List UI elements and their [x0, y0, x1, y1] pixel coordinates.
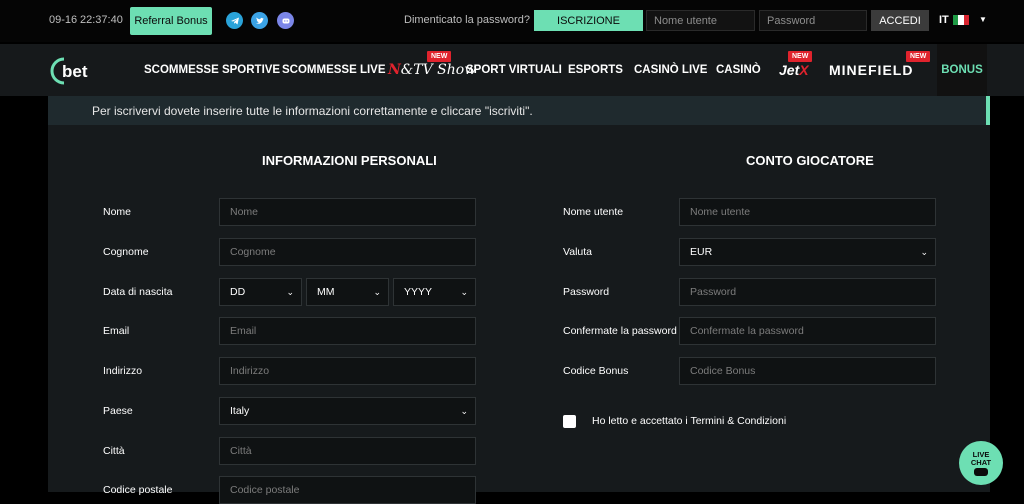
jetx-x: X [799, 62, 809, 78]
postal-code-label: Codice postale [103, 484, 173, 496]
login-button[interactable]: ACCEDI [871, 10, 929, 31]
language-selector[interactable]: IT [939, 14, 949, 26]
terms-checkbox[interactable] [563, 415, 576, 428]
country-select[interactable]: Italy ⌄ [219, 397, 476, 425]
referral-bonus-button[interactable]: Referral Bonus [130, 7, 212, 35]
twitter-icon[interactable] [251, 12, 268, 29]
birth-month-select[interactable]: MM ⌄ [306, 278, 389, 306]
nav-live-betting[interactable]: SCOMMESSE LIVE [282, 64, 386, 76]
first-name-label: Nome [103, 206, 132, 218]
svg-text:bet: bet [62, 62, 88, 81]
first-name-field[interactable] [219, 198, 476, 226]
top-bar: 09-16 22:37:40 Referral Bonus Dimenticat… [0, 0, 1024, 42]
chevron-down-icon: ⌄ [920, 246, 928, 257]
date-display: 09-16 [49, 14, 78, 26]
birth-month-value: MM [317, 286, 335, 298]
login-username-input[interactable] [646, 10, 755, 31]
nav-sports-betting[interactable]: SCOMMESSE SPORTIVE [144, 64, 280, 76]
city-label: Città [103, 445, 125, 457]
info-banner: Per iscrivervi dovete inserire tutte le … [48, 96, 990, 125]
registration-panel [48, 125, 990, 492]
nav-ntv-show[interactable]: N&TV Show [388, 62, 476, 78]
chevron-down-icon[interactable]: ▼ [979, 15, 987, 24]
password-label: Password [563, 286, 610, 298]
terms-label[interactable]: Ho letto e accettato i Termini & Condizi… [592, 415, 786, 427]
signup-button[interactable]: ISCRIZIONE [534, 10, 643, 31]
nav-casino[interactable]: CASINÒ [716, 64, 761, 76]
last-name-label: Cognome [103, 246, 149, 258]
banner-accent-bar [986, 96, 990, 125]
chat-bubble-icon [974, 467, 988, 476]
chevron-down-icon: ⌄ [460, 405, 468, 416]
confirm-password-label: Confermate la password [563, 325, 677, 337]
info-banner-text: Per iscrivervi dovete inserire tutte le … [92, 104, 533, 118]
new-badge: NEW [427, 51, 452, 62]
bonus-code-field[interactable] [679, 357, 936, 385]
birth-year-select[interactable]: YYYY ⌄ [393, 278, 476, 306]
live-chat-line2: CHAT [970, 457, 992, 467]
birth-day-value: DD [230, 286, 246, 298]
nav-live-casino[interactable]: CASINÒ LIVE [634, 64, 707, 76]
chevron-down-icon: ⌄ [460, 286, 468, 297]
nav-virtual-sports[interactable]: SPORT VIRTUALI [466, 64, 562, 76]
chevron-down-icon: ⌄ [373, 286, 381, 297]
italy-flag-icon[interactable] [953, 15, 969, 25]
postal-code-field[interactable] [219, 476, 476, 504]
new-badge: NEW [788, 51, 813, 62]
login-password-input[interactable] [759, 10, 867, 31]
nav-minefield[interactable]: MINEFIELD [829, 62, 913, 78]
nav-jetx[interactable]: JetX [779, 62, 809, 78]
username-field[interactable] [679, 198, 936, 226]
telegram-icon[interactable] [226, 12, 243, 29]
nav-esports[interactable]: ESPORTS [568, 64, 623, 76]
live-chat-button[interactable]: LIVE CHAT [959, 441, 1003, 485]
username-label: Nome utente [563, 206, 624, 218]
birth-date-label: Data di nascita [103, 286, 173, 298]
nav-bonus[interactable]: BONUS [937, 44, 987, 96]
ntv-show-label: &TV Show [400, 62, 477, 78]
discord-icon[interactable] [277, 12, 294, 29]
address-field[interactable] [219, 357, 476, 385]
new-badge: NEW [906, 51, 931, 62]
currency-select[interactable]: EUR ⌄ [679, 238, 936, 266]
jetx-jet: Jet [779, 62, 800, 78]
birth-year-value: YYYY [404, 286, 433, 298]
country-label: Paese [103, 405, 133, 417]
main-nav: bet SCOMMESSE SPORTIVE SCOMMESSE LIVE N&… [0, 44, 1024, 96]
password-field[interactable] [679, 278, 936, 306]
personal-info-title: INFORMAZIONI PERSONALI [262, 153, 437, 168]
cbet-logo[interactable]: bet [48, 55, 98, 87]
last-name-field[interactable] [219, 238, 476, 266]
currency-value: EUR [690, 246, 713, 258]
city-field[interactable] [219, 437, 476, 465]
player-account-title: CONTO GIOCATORE [746, 153, 874, 168]
ntv-n-letter: N [388, 62, 401, 78]
bonus-code-label: Codice Bonus [563, 365, 629, 377]
email-label: Email [103, 325, 130, 337]
country-value: Italy [230, 405, 250, 417]
chevron-down-icon: ⌄ [286, 286, 294, 297]
forgot-password-link[interactable]: Dimenticato la password? [404, 14, 530, 26]
time-display: 22:37:40 [80, 14, 123, 26]
currency-label: Valuta [563, 246, 592, 258]
address-label: Indirizzo [103, 365, 143, 377]
confirm-password-field[interactable] [679, 317, 936, 345]
email-field[interactable] [219, 317, 476, 345]
birth-day-select[interactable]: DD ⌄ [219, 278, 302, 306]
